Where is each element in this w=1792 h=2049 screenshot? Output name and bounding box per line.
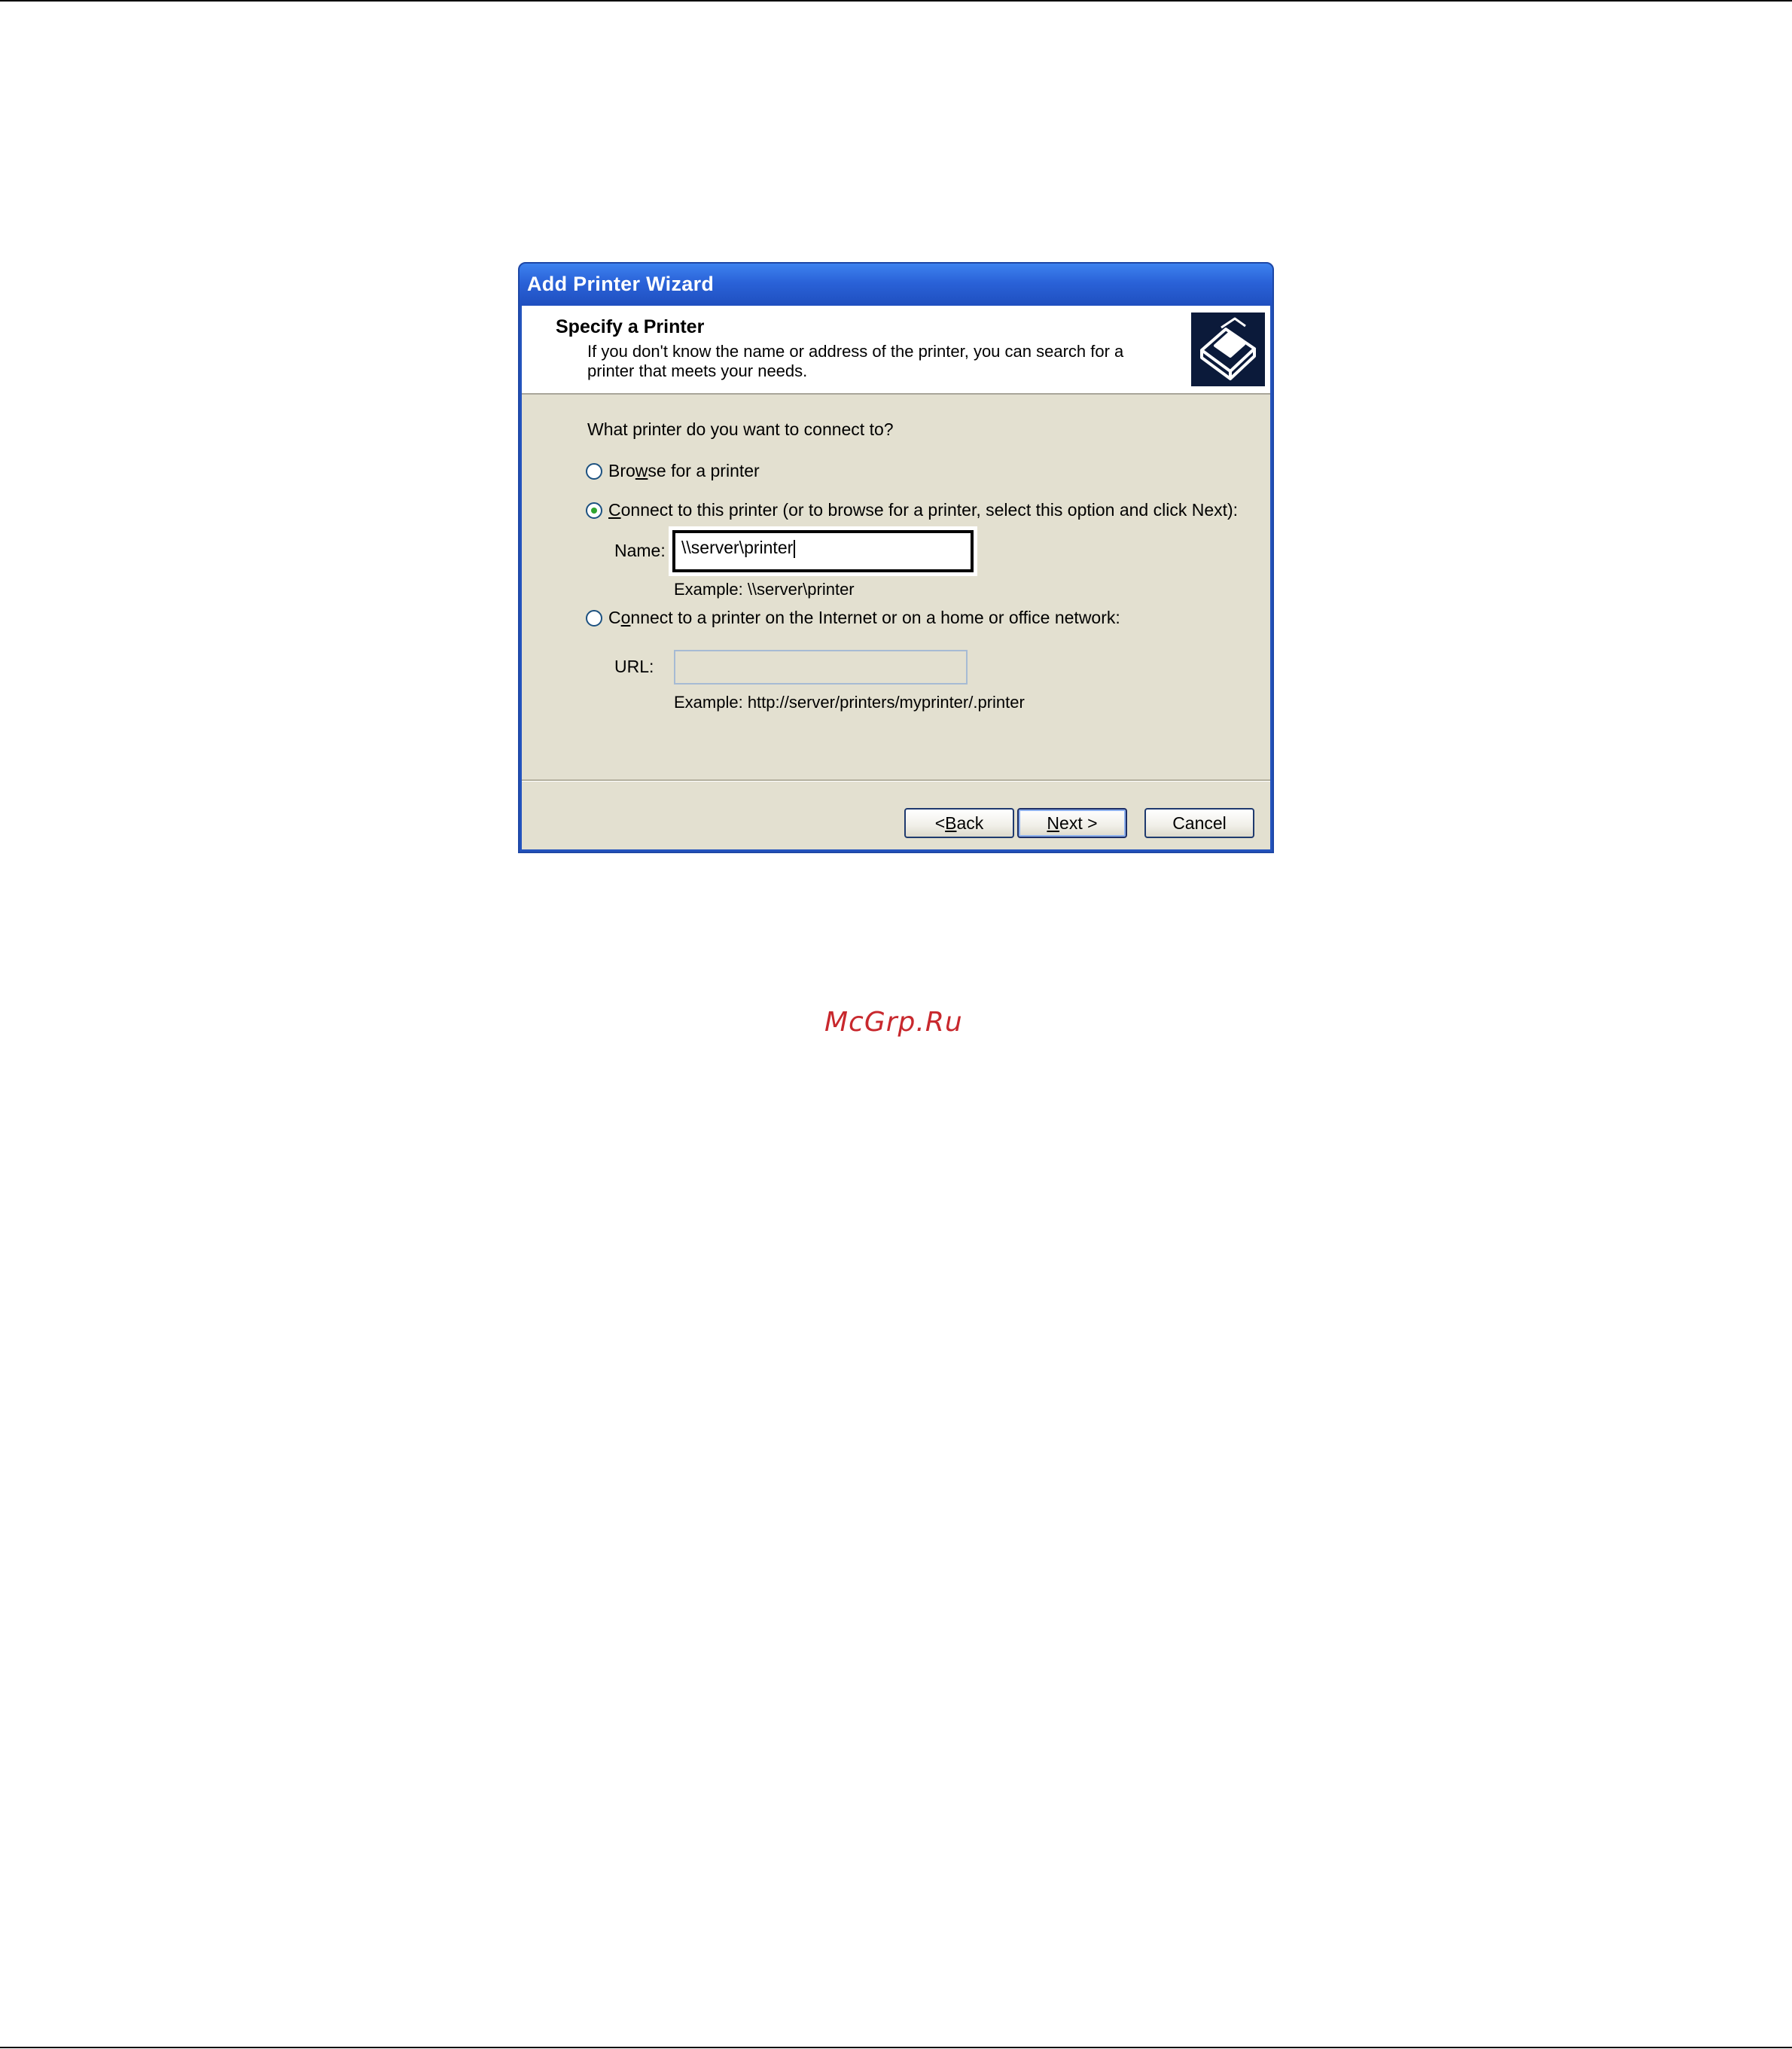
radio-connect-selected[interactable] bbox=[586, 502, 602, 519]
wizard-client-area: Specify a Printer If you don't know the … bbox=[522, 306, 1270, 849]
title-bar[interactable]: Add Printer Wizard bbox=[520, 264, 1272, 306]
add-printer-wizard-window: Add Printer Wizard Specify a Printer If … bbox=[518, 262, 1274, 853]
footer-separator bbox=[522, 779, 1270, 782]
bottom-rule bbox=[0, 2047, 1792, 2048]
page-title: Specify a Printer bbox=[556, 316, 705, 337]
option-connect-to-printer[interactable]: Connect to this printer (or to browse fo… bbox=[586, 500, 1238, 520]
page-description: If you don't know the name or address of… bbox=[587, 342, 1124, 380]
url-label: URL: bbox=[614, 657, 654, 676]
radio-browse[interactable] bbox=[586, 462, 602, 480]
option-browse-for-printer[interactable]: Browse for a printer bbox=[586, 461, 760, 481]
printer-name-input[interactable]: \\server\printer bbox=[672, 530, 974, 572]
printer-wizard-icon bbox=[1191, 313, 1265, 386]
name-example: Example: \\server\printer bbox=[674, 580, 855, 599]
back-button[interactable]: < Back bbox=[904, 808, 1014, 838]
option-connect-internet[interactable]: Connect to a printer on the Internet or … bbox=[586, 608, 1120, 628]
option-browse-label: Browse for a printer bbox=[608, 461, 760, 480]
wizard-header: Specify a Printer If you don't know the … bbox=[522, 306, 1270, 395]
top-rule bbox=[0, 0, 1792, 2]
watermark: McGrp.Ru bbox=[824, 1007, 963, 1038]
option-connect-label: Connect to this printer (or to browse fo… bbox=[608, 500, 1239, 520]
cancel-button[interactable]: Cancel bbox=[1144, 808, 1254, 838]
connect-prompt: What printer do you want to connect to? bbox=[587, 419, 894, 439]
url-example: Example: http://server/printers/myprinte… bbox=[674, 693, 1025, 712]
window-title: Add Printer Wizard bbox=[527, 273, 715, 295]
radio-internet[interactable] bbox=[586, 609, 602, 627]
url-input[interactable] bbox=[674, 650, 968, 685]
name-field-highlight: \\server\printer bbox=[669, 526, 977, 576]
next-button[interactable]: Next > bbox=[1017, 808, 1127, 838]
option-internet-label: Connect to a printer on the Internet or … bbox=[608, 608, 1120, 627]
name-label: Name: bbox=[614, 541, 666, 560]
